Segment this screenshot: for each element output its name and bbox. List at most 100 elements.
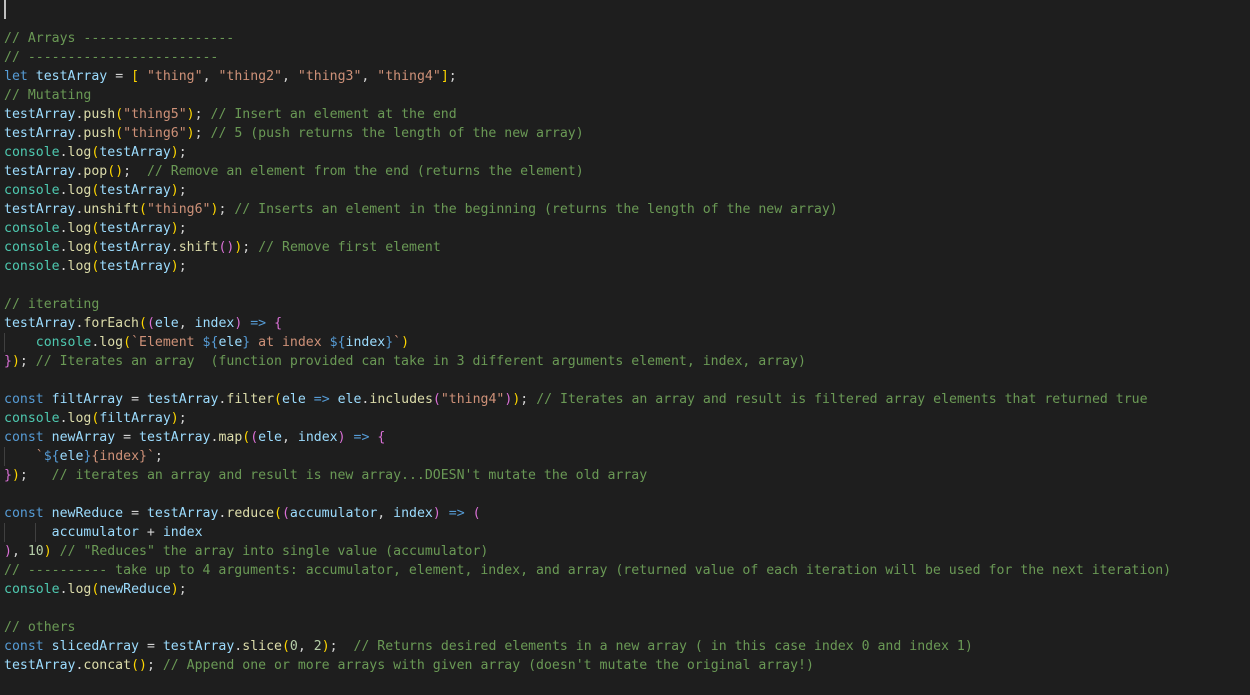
code-line[interactable]: `${ele}{index}`; <box>0 447 1250 466</box>
code-token: // Arrays ------------------- <box>4 31 235 46</box>
code-token: log <box>67 259 92 274</box>
code-token: ( <box>107 164 116 179</box>
code-token: ( <box>131 658 140 673</box>
code-token: filter <box>226 392 275 407</box>
code-token: log <box>67 183 92 198</box>
code-token: { <box>377 430 386 445</box>
code-token: filtArray <box>99 411 171 426</box>
code-line[interactable]: testArray.pop(); // Remove an element fr… <box>0 162 1250 181</box>
code-token: log <box>67 582 92 597</box>
code-token: accumulator <box>289 506 378 521</box>
code-token: ele <box>281 392 306 407</box>
code-token: index <box>162 525 203 540</box>
code-token: "thing4" <box>377 69 441 84</box>
code-token: + <box>138 525 163 540</box>
code-token: ; <box>178 411 187 426</box>
code-token: console <box>4 183 60 198</box>
code-token: ; <box>194 107 211 122</box>
code-line[interactable]: const newArray = testArray.map((ele, ind… <box>0 428 1250 447</box>
code-line-content: console.log(filtArray); <box>0 409 1250 428</box>
code-line[interactable]: testArray.push("thing6"); // 5 (push ret… <box>0 124 1250 143</box>
code-token: let <box>4 69 28 84</box>
code-token: } <box>4 468 12 483</box>
code-content[interactable]: // Arrays ------------------- // --------… <box>0 10 1250 694</box>
code-token: ; <box>329 639 354 654</box>
code-line[interactable]: console.log(testArray); <box>0 143 1250 162</box>
code-token: ) <box>186 107 195 122</box>
code-token: log <box>67 240 92 255</box>
code-line[interactable] <box>0 371 1250 390</box>
code-token: => <box>250 316 267 331</box>
code-line[interactable]: const newReduce = testArray.reduce((accu… <box>0 504 1250 523</box>
code-line[interactable]: let testArray = [ "thing", "thing2", "th… <box>0 67 1250 86</box>
code-line[interactable]: testArray.unshift("thing6"); // Inserts … <box>0 200 1250 219</box>
code-line[interactable]: console.log(`Element ${ele} at index ${i… <box>0 333 1250 352</box>
code-token: 10 <box>27 544 44 559</box>
code-line[interactable]: testArray.concat(); // Append one or mor… <box>0 656 1250 675</box>
code-line[interactable]: accumulator + index <box>0 523 1250 542</box>
code-line[interactable]: ), 10) // "Reduces" the array into singl… <box>0 542 1250 561</box>
code-line[interactable]: testArray.forEach((ele, index) => { <box>0 314 1250 333</box>
code-token: ele <box>59 449 84 464</box>
code-token: => <box>313 392 330 407</box>
code-line[interactable]: testArray.push("thing5"); // Insert an e… <box>0 105 1250 124</box>
code-line[interactable]: console.log(testArray); <box>0 257 1250 276</box>
code-token: testArray <box>99 240 171 255</box>
code-token: , <box>11 544 28 559</box>
code-line[interactable]: // iterating <box>0 295 1250 314</box>
code-token: ) <box>401 335 410 350</box>
code-token: ; <box>178 221 187 236</box>
code-token: // Append one or more arrays with given … <box>162 658 814 673</box>
code-line[interactable] <box>0 599 1250 618</box>
code-token: testArray <box>4 126 76 141</box>
code-token: const <box>4 430 44 445</box>
code-line-content: console.log(`Element ${ele} at index ${i… <box>0 333 1250 352</box>
code-line[interactable]: }); // iterates an array and result is n… <box>0 466 1250 485</box>
code-line[interactable]: console.log(testArray); <box>0 181 1250 200</box>
code-token: "thing6" <box>146 202 211 217</box>
code-token: ; <box>19 354 36 369</box>
code-token: accumulator <box>51 525 139 540</box>
code-token: . <box>59 582 68 597</box>
code-line-content <box>0 485 1250 504</box>
code-line[interactable]: }); // Iterates an array (function provi… <box>0 352 1250 371</box>
code-token: ) <box>170 221 179 236</box>
code-line[interactable]: // ---------- take up to 4 arguments: ac… <box>0 561 1250 580</box>
code-token: testArray <box>146 506 219 521</box>
code-line[interactable] <box>0 276 1250 295</box>
code-token: ; <box>194 126 211 141</box>
code-token: 0 <box>289 639 298 654</box>
code-editor[interactable]: // Arrays ------------------- // --------… <box>0 0 1250 695</box>
code-token: ( <box>281 639 290 654</box>
code-line[interactable]: console.log(testArray); <box>0 219 1250 238</box>
code-line-content: let testArray = [ "thing", "thing2", "th… <box>0 67 1250 86</box>
code-token: index <box>345 335 386 350</box>
code-token: testArray <box>99 183 171 198</box>
code-line[interactable]: const filtArray = testArray.filter(ele =… <box>0 390 1250 409</box>
code-line[interactable]: // ------------------------ <box>0 48 1250 67</box>
code-line-content: testArray.pop(); // Remove an element fr… <box>0 162 1250 181</box>
code-line[interactable]: console.log(filtArray); <box>0 409 1250 428</box>
code-line[interactable] <box>0 675 1250 694</box>
code-token: ` <box>393 335 402 350</box>
code-token: "thing2" <box>218 69 282 84</box>
code-token: console <box>4 240 60 255</box>
code-line[interactable]: // others <box>0 618 1250 637</box>
code-line[interactable]: console.log(testArray.shift()); // Remov… <box>0 238 1250 257</box>
code-line[interactable]: console.log(newReduce); <box>0 580 1250 599</box>
code-line-content: testArray.unshift("thing6"); // Inserts … <box>0 200 1250 219</box>
code-token: ; <box>242 240 259 255</box>
code-token: ) <box>170 411 179 426</box>
code-token: testArray <box>139 430 211 445</box>
code-line[interactable]: const slicedArray = testArray.slice(0, 2… <box>0 637 1250 656</box>
code-line[interactable]: // Arrays ------------------- <box>0 29 1250 48</box>
code-line[interactable] <box>0 485 1250 504</box>
code-line[interactable]: // Mutating <box>0 86 1250 105</box>
code-line[interactable] <box>0 10 1250 29</box>
code-token: ) <box>170 582 179 597</box>
